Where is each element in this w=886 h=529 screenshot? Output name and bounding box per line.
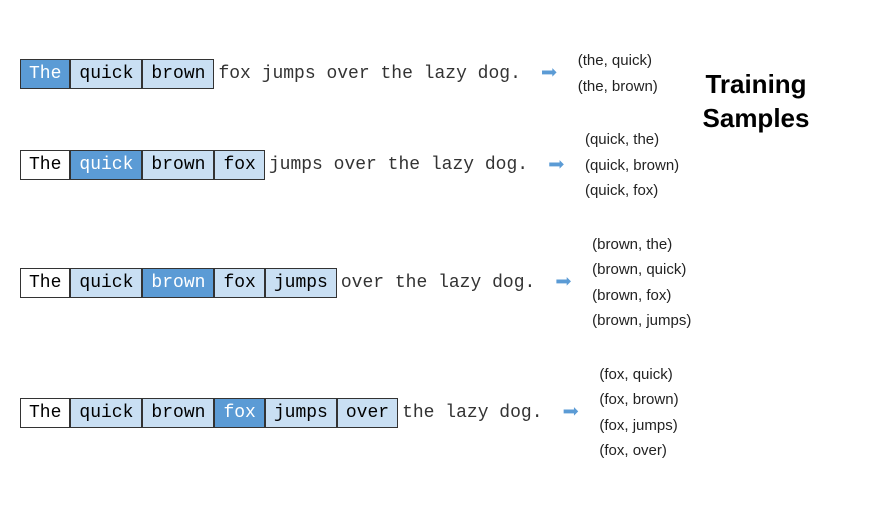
rest-text: the lazy dog.: [402, 403, 542, 423]
text-block: Thequickbrownfoxjumpsover the lazy dog.: [20, 398, 543, 428]
sample-item: (quick, fox): [585, 178, 679, 204]
sample-item: (the, brown): [578, 74, 658, 100]
word-brown: brown: [142, 150, 214, 180]
arrow-icon: ➡: [541, 56, 558, 91]
row-row-fox: Thequickbrownfoxjumpsover the lazy dog. ➡…: [20, 362, 866, 464]
rest-text: fox jumps over the lazy dog.: [218, 64, 520, 84]
arrow-icon: ➡: [555, 265, 572, 300]
word-brown: brown: [142, 59, 214, 89]
arrow-icon: ➡: [563, 395, 580, 430]
word-fox: fox: [214, 150, 264, 180]
sample-item: (quick, the): [585, 127, 679, 153]
main-container: TrainingSamples Thequickbrown fox jumps …: [20, 48, 866, 464]
arrow-icon: ➡: [548, 148, 565, 183]
word-fox: fox: [214, 268, 264, 298]
word-the: The: [20, 268, 70, 298]
text-block: Thequickbrownfoxjumps over the lazy dog.: [20, 268, 535, 298]
word-brown: brown: [142, 268, 214, 298]
word-jumps: jumps: [265, 398, 337, 428]
sample-item: (brown, fox): [592, 283, 691, 309]
word-the: The: [20, 150, 70, 180]
sample-item: (fox, jumps): [599, 413, 678, 439]
word-quick: quick: [70, 59, 142, 89]
row-row-brown: Thequickbrownfoxjumps over the lazy dog.…: [20, 232, 866, 334]
sample-item: (quick, brown): [585, 153, 679, 179]
sample-item: (fox, quick): [599, 362, 678, 388]
word-quick: quick: [70, 150, 142, 180]
word-the: The: [20, 59, 70, 89]
sample-item: (brown, the): [592, 232, 691, 258]
sample-item: (fox, brown): [599, 387, 678, 413]
training-samples: (the, quick)(the, brown): [578, 48, 658, 99]
rest-text: over the lazy dog.: [341, 273, 535, 293]
training-samples: (brown, the)(brown, quick)(brown, fox)(b…: [592, 232, 691, 334]
word-fox: fox: [214, 398, 264, 428]
sample-item: (the, quick): [578, 48, 658, 74]
sample-item: (fox, over): [599, 438, 678, 464]
word-quick: quick: [70, 268, 142, 298]
word-the: The: [20, 398, 70, 428]
word-quick: quick: [70, 398, 142, 428]
word-jumps: jumps: [265, 268, 337, 298]
sample-item: (brown, jumps): [592, 308, 691, 334]
rest-text: jumps over the lazy dog.: [269, 155, 528, 175]
text-block: Thequickbrown fox jumps over the lazy do…: [20, 59, 521, 89]
text-block: Thequickbrownfox jumps over the lazy dog…: [20, 150, 528, 180]
word-brown: brown: [142, 398, 214, 428]
training-samples: (quick, the)(quick, brown)(quick, fox): [585, 127, 679, 204]
row-row-quick: Thequickbrownfox jumps over the lazy dog…: [20, 127, 866, 204]
training-title: TrainingSamples: [676, 68, 836, 136]
sample-item: (brown, quick): [592, 257, 691, 283]
word-over: over: [337, 398, 398, 428]
training-samples: (fox, quick)(fox, brown)(fox, jumps)(fox…: [599, 362, 678, 464]
